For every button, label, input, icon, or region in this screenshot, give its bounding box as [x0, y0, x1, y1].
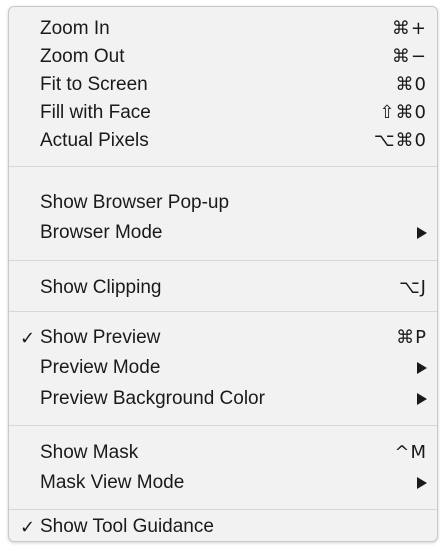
menu-item-shortcut: ⇧⌘0	[379, 102, 427, 123]
submenu-arrow-icon	[417, 362, 427, 374]
menu-item-show-preview[interactable]: ✓ Show Preview ⌘P	[9, 324, 437, 352]
menu-item-actual-pixels[interactable]: Actual Pixels ⌥⌘0	[9, 127, 437, 155]
menu-item-label: Preview Mode	[40, 357, 161, 378]
menu-item-show-tool-guidance[interactable]: ✓ Show Tool Guidance	[9, 513, 437, 541]
menu-item-shortcut: ⌘+	[391, 18, 427, 39]
checkmark-icon: ✓	[20, 517, 36, 537]
menu-item-show-browser-popup[interactable]: Show Browser Pop-up	[9, 189, 437, 217]
menu-separator	[9, 509, 437, 510]
submenu-arrow-icon	[417, 477, 427, 489]
menu-item-shortcut: ⌘P	[396, 327, 427, 348]
menu-item-shortcut: ⌘0	[395, 74, 427, 95]
menu-item-zoom-out[interactable]: Zoom Out ⌘−	[9, 43, 437, 71]
menu-item-label: Actual Pixels	[40, 130, 149, 151]
menu-item-fill-with-face[interactable]: Fill with Face ⇧⌘0	[9, 99, 437, 127]
menu-item-label: Fill with Face	[40, 102, 151, 123]
menu-item-preview-mode[interactable]: Preview Mode	[9, 354, 437, 382]
menu-item-label: Browser Mode	[40, 222, 163, 243]
menu-separator	[9, 311, 437, 312]
menu-item-show-mask[interactable]: Show Mask ^M	[9, 439, 437, 467]
menu-item-label: Zoom In	[40, 18, 110, 39]
menu-separator	[9, 260, 437, 261]
menu-item-label: Preview Background Color	[40, 388, 265, 409]
menu-item-mask-view-mode[interactable]: Mask View Mode	[9, 469, 437, 497]
menu-item-label: Show Clipping	[40, 277, 162, 298]
menu-item-label: Show Tool Guidance	[40, 516, 214, 537]
submenu-arrow-icon	[417, 393, 427, 405]
menu-item-shortcut: ^M	[394, 442, 427, 463]
menu-item-browser-mode[interactable]: Browser Mode	[9, 219, 437, 247]
menu-separator	[9, 166, 437, 167]
submenu-arrow-icon	[417, 227, 427, 239]
menu-item-preview-background-color[interactable]: Preview Background Color	[9, 385, 437, 413]
menu-item-label: Mask View Mode	[40, 472, 185, 493]
menu-item-label: Show Preview	[40, 327, 161, 348]
menu-item-shortcut: ⌥J	[398, 277, 427, 298]
menu-item-label: Show Browser Pop-up	[40, 192, 230, 213]
menu-separator	[9, 425, 437, 426]
menu-item-label: Zoom Out	[40, 46, 125, 67]
view-menu: Zoom In ⌘+ Zoom Out ⌘− Fit to Screen ⌘0 …	[8, 6, 438, 542]
menu-item-shortcut: ⌘−	[391, 46, 427, 67]
menu-item-label: Fit to Screen	[40, 74, 148, 95]
menu-item-label: Show Mask	[40, 442, 139, 463]
menu-item-shortcut: ⌥⌘0	[373, 130, 427, 151]
menu-item-fit-to-screen[interactable]: Fit to Screen ⌘0	[9, 71, 437, 99]
menu-item-zoom-in[interactable]: Zoom In ⌘+	[9, 15, 437, 43]
menu-item-show-clipping[interactable]: Show Clipping ⌥J	[9, 274, 437, 302]
checkmark-icon: ✓	[20, 328, 36, 348]
